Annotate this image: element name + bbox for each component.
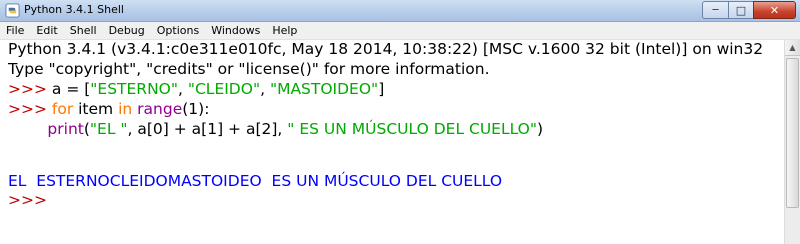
window-controls: ─ □ ✕ <box>702 1 796 20</box>
menu-edit[interactable]: Edit <box>30 22 63 40</box>
shell-text-area[interactable]: Python 3.4.1 (v3.4.1:c0e311e010fc, May 1… <box>0 40 784 244</box>
code-text: item <box>73 100 119 118</box>
keyword: for <box>51 100 74 118</box>
final-prompt[interactable]: >>> <box>8 191 52 209</box>
title-bar[interactable]: Python 3.4.1 Shell ─ □ ✕ <box>0 0 800 22</box>
minimize-button[interactable]: ─ <box>702 1 728 19</box>
prompt: >>> <box>8 80 52 98</box>
input-line-3: print("EL ", a[0] + a[1] + a[2], " ES UN… <box>8 120 543 138</box>
menu-shell[interactable]: Shell <box>64 22 103 40</box>
close-icon: ✕ <box>769 3 780 17</box>
window-title: Python 3.4.1 Shell <box>24 3 124 16</box>
code-text: , a[0] + a[1] + a[2], <box>127 120 288 138</box>
maximize-button[interactable]: □ <box>728 1 753 19</box>
scroll-thumb[interactable] <box>786 58 799 208</box>
string-literal: "EL " <box>89 120 128 138</box>
string-literal: "CLEIDO" <box>187 80 261 98</box>
input-line-2: >>> for item in range(1): <box>8 100 209 118</box>
prompt: >>> <box>8 100 52 118</box>
maximize-icon: □ <box>735 3 747 17</box>
close-button[interactable]: ✕ <box>753 1 796 19</box>
banner-line-2: Type "copyright", "credits" or "license(… <box>8 60 490 78</box>
scroll-up-arrow-icon[interactable]: ▲ <box>785 40 800 56</box>
menu-windows[interactable]: Windows <box>205 22 266 40</box>
python-icon <box>5 3 20 18</box>
menu-file[interactable]: File <box>0 22 30 40</box>
builtin-name: range <box>137 100 183 118</box>
builtin-name: print <box>47 120 84 138</box>
minimize-icon: ─ <box>712 4 719 16</box>
string-literal: "ESTERNO" <box>90 80 178 98</box>
vertical-scrollbar[interactable]: ▲ <box>784 40 800 244</box>
code-text: a = [ <box>51 80 91 98</box>
string-literal: " ES UN MÚSCULO DEL CUELLO" <box>287 120 538 138</box>
input-line-1: >>> a = ["ESTERNO", "CLEIDO", "MASTOIDEO… <box>8 80 384 98</box>
code-text: , <box>178 80 188 98</box>
code-text: ) <box>537 120 544 138</box>
output-line: EL ESTERNOCLEIDOMASTOIDEO ES UN MÚSCULO … <box>8 172 503 190</box>
menu-help[interactable]: Help <box>266 22 303 40</box>
string-literal: "MASTOIDEO" <box>269 80 379 98</box>
banner-line-1: Python 3.4.1 (v3.4.1:c0e311e010fc, May 1… <box>8 40 764 58</box>
menu-options[interactable]: Options <box>151 22 205 40</box>
menu-bar: File Edit Shell Debug Options Windows He… <box>0 22 800 40</box>
menu-debug[interactable]: Debug <box>103 22 151 40</box>
python-shell-window: Python 3.4.1 Shell ─ □ ✕ File Edit Shell… <box>0 0 800 244</box>
code-text: ] <box>378 80 385 98</box>
code-text: , <box>260 80 270 98</box>
keyword: in <box>118 100 133 118</box>
code-text: (1): <box>182 100 210 118</box>
